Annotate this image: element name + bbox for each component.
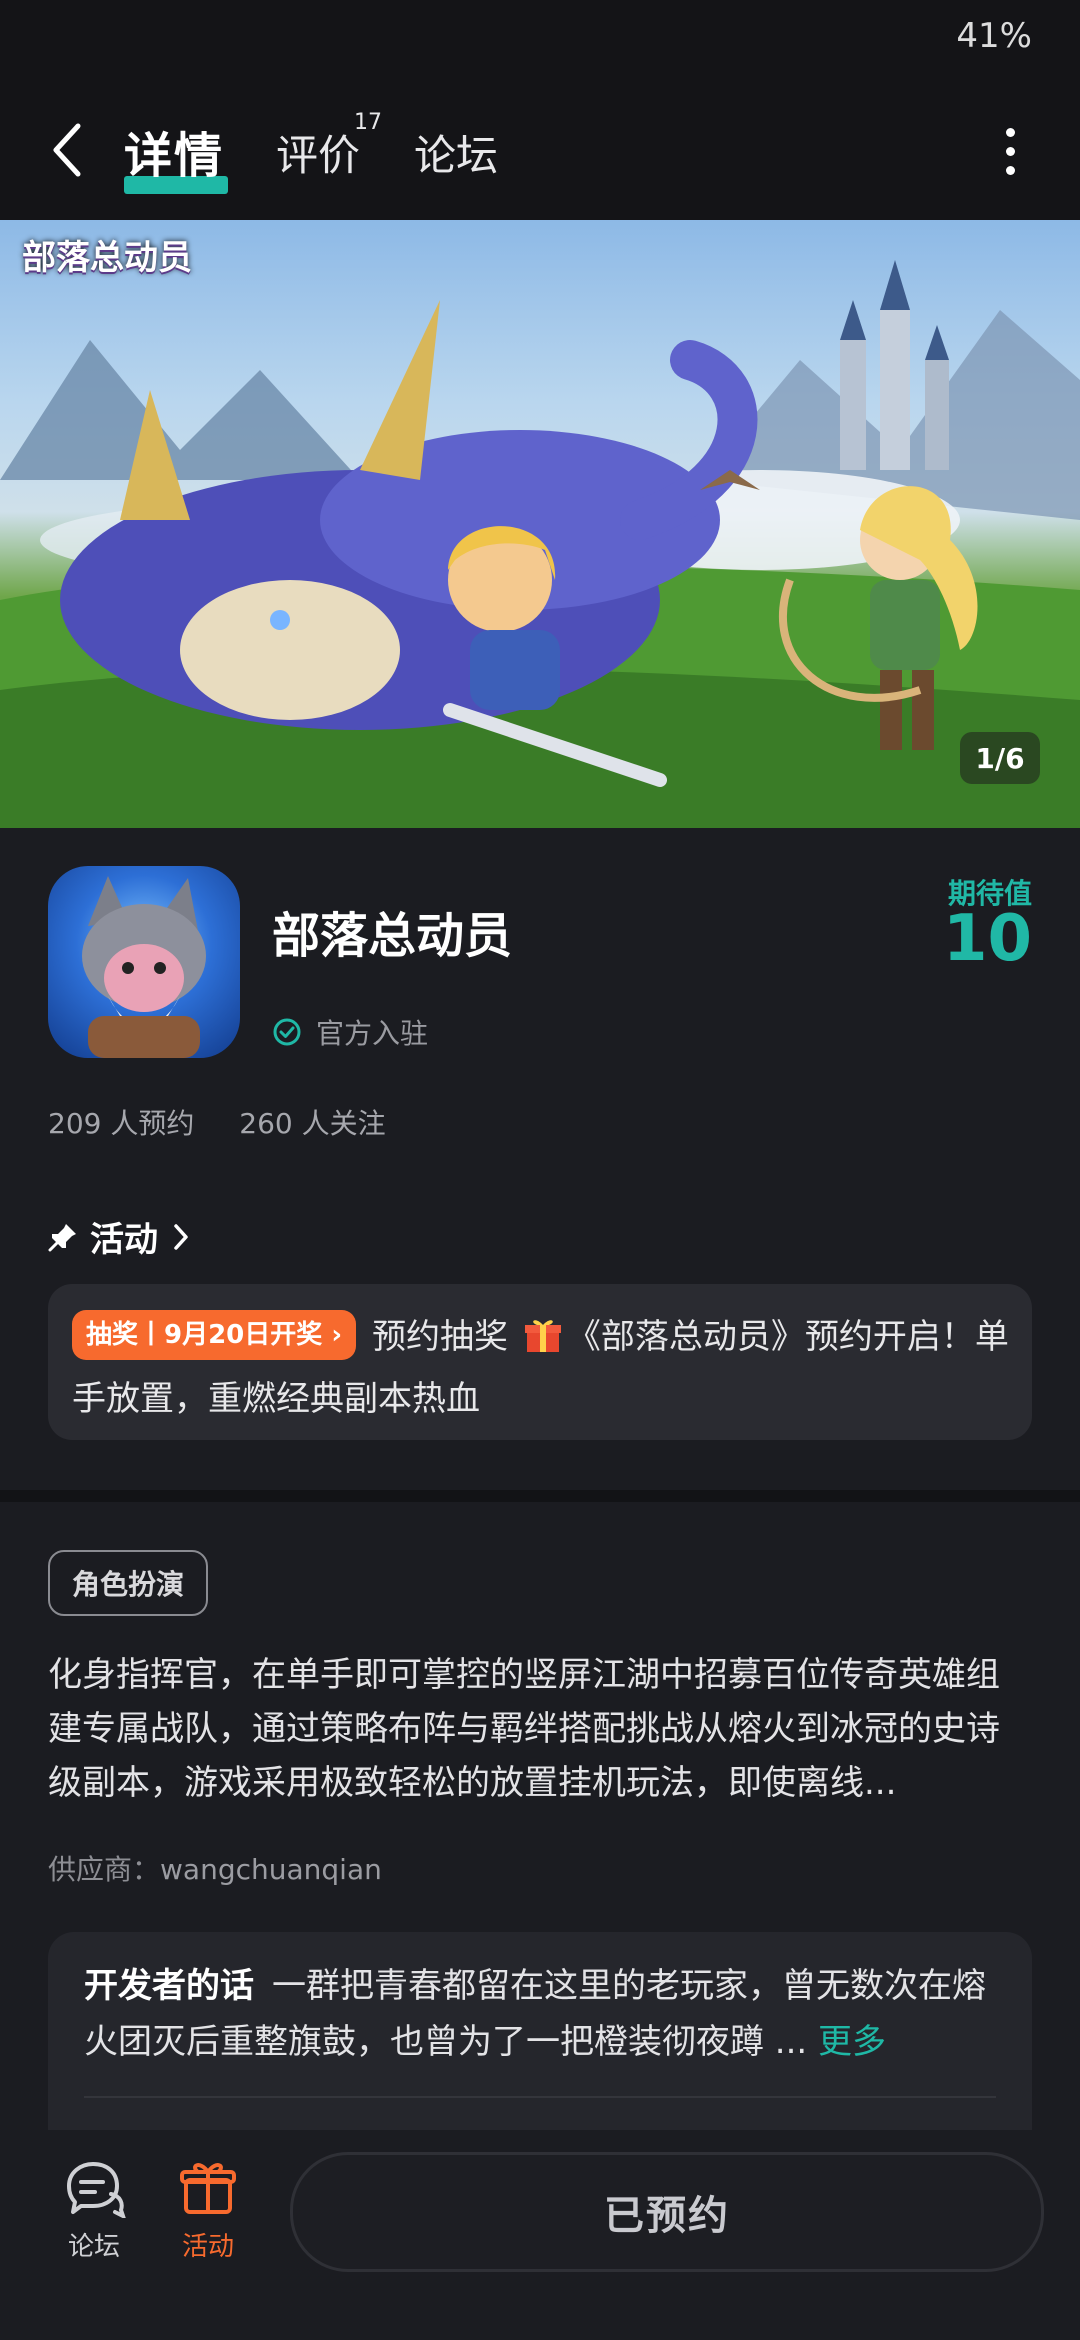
gift-icon xyxy=(180,2163,236,2214)
werewolf-character-icon xyxy=(82,876,206,1058)
official-label: 官方入驻 xyxy=(316,1017,429,1050)
bottom-action-bar: 论坛 活动 已预约 xyxy=(0,2130,1080,2340)
developer-note: 开发者的话 一群把青春都留在这里的老玩家，曾无数次在熔火团灭后重整旗鼓，也曾为了一… xyxy=(84,1958,1004,2070)
top-navigation: 详情 评价 17 论坛 xyxy=(0,80,1080,220)
bottom-forum-button[interactable]: 论坛 xyxy=(56,2158,132,2263)
more-link[interactable]: 更多 xyxy=(818,2022,886,2062)
official-verified-badge: 官方入驻 xyxy=(272,1012,428,1052)
bottom-activity-label: 活动 xyxy=(181,2232,234,2262)
pin-icon xyxy=(48,1223,76,1251)
bottom-activity-button[interactable]: 活动 xyxy=(170,2158,246,2263)
carousel-page-indicator: 1/6 xyxy=(960,732,1040,784)
developer-note-separator xyxy=(84,2096,996,2098)
chevron-left-icon xyxy=(53,123,81,177)
supplier-name: wangchuanqian xyxy=(160,1853,382,1886)
gift-emoji-icon xyxy=(524,1320,561,1352)
lottery-badge: 抽奖丨9月20日开奖 › xyxy=(72,1309,357,1360)
reservation-stats: 209 人预约 260 人关注 xyxy=(48,1102,422,1142)
game-logo: 部落总动员 xyxy=(22,238,192,278)
developer-note-label: 开发者的话 xyxy=(84,1966,254,2006)
more-options-button[interactable] xyxy=(1000,128,1020,180)
activity-text-start: 预约抽奖 xyxy=(372,1317,509,1357)
banner-artwork xyxy=(0,260,1080,828)
battery-level: 41% xyxy=(956,16,1032,56)
supplier-info: 供应商：wangchuanqian xyxy=(48,1848,382,1888)
activity-section-header[interactable]: 活动 xyxy=(48,1212,196,1261)
activity-title: 活动 xyxy=(90,1220,158,1260)
follower-count: 260 人关注 xyxy=(239,1107,386,1140)
check-circle-icon xyxy=(273,1018,301,1046)
supplier-label: 供应商： xyxy=(48,1853,161,1886)
reservation-count: 209 人预约 xyxy=(48,1107,195,1140)
app-title: 部落总动员 xyxy=(272,908,513,964)
activity-description: 抽奖丨9月20日开奖 › 预约抽奖 《部落总动员》预约开启！单手放置，重燃经典副本… xyxy=(72,1306,1012,1430)
tab-detail-label: 详情 xyxy=(124,128,225,184)
tab-forum[interactable]: 论坛 xyxy=(414,122,498,183)
genre-tag[interactable]: 角色扮演 xyxy=(48,1550,209,1616)
back-button[interactable] xyxy=(48,120,108,190)
bottom-forum-label: 论坛 xyxy=(67,2232,120,2262)
tab-review[interactable]: 评价 xyxy=(276,122,360,183)
app-icon xyxy=(48,866,240,1058)
reserved-button[interactable]: 已预约 xyxy=(290,2152,1044,2272)
section-divider xyxy=(0,1490,1080,1502)
more-vertical-icon xyxy=(1000,128,1020,175)
chat-bubble-icon xyxy=(67,2162,127,2220)
chevron-right-icon xyxy=(174,1223,188,1250)
review-count-badge: 17 xyxy=(354,110,382,135)
screenshot-carousel[interactable]: 部落总动员 1/6 xyxy=(0,220,1080,828)
expectation-score: 10 xyxy=(942,902,1032,976)
lottery-badge-label: 抽奖丨9月20日开奖 xyxy=(86,1319,323,1350)
activity-card[interactable]: 抽奖丨9月20日开奖 › 预约抽奖 《部落总动员》预约开启！单手放置，重燃经典副本… xyxy=(48,1284,1032,1440)
game-description[interactable]: 化身指挥官，在单手即可掌控的竖屏江湖中招募百位传奇英雄组建专属战队，通过策略布阵… xyxy=(48,1648,1032,1810)
tab-detail[interactable]: 详情 xyxy=(124,116,228,206)
status-bar: 41% xyxy=(0,0,1080,80)
